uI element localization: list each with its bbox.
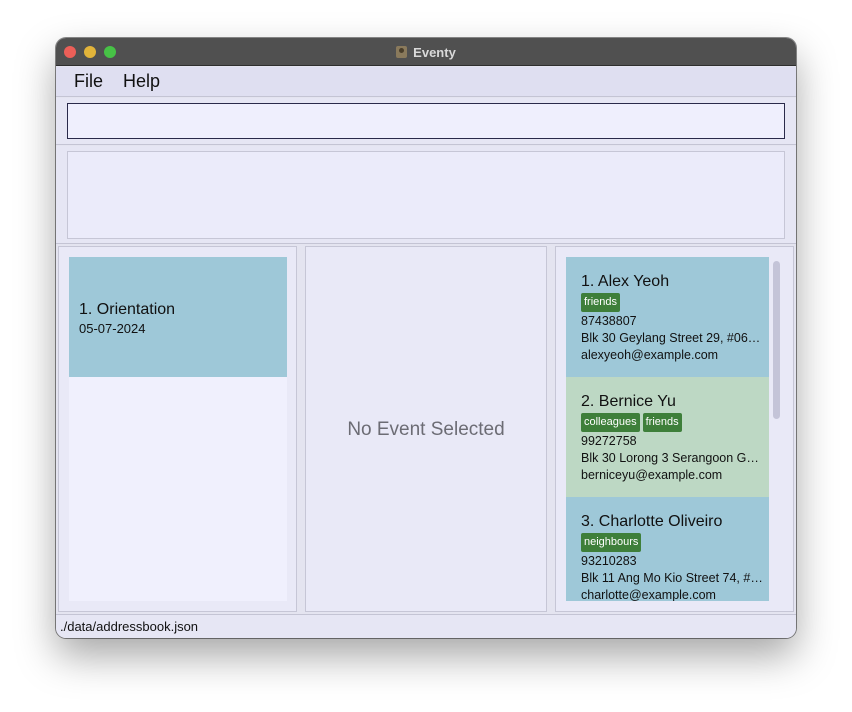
contact-phone: 99272758	[581, 434, 637, 448]
contact-list[interactable]: 1. Alex Yeoh friends 87438807 Blk 30 Gey…	[566, 257, 769, 601]
contact-card[interactable]: 3. Charlotte Oliveiro neighbours 9321028…	[566, 497, 769, 601]
event-name: 1. Orientation	[79, 301, 176, 318]
no-event-selected-label: No Event Selected	[347, 419, 505, 440]
contact-name: 1. Alex Yeoh	[581, 273, 670, 290]
title-bar[interactable]: Eventy	[56, 38, 796, 66]
command-box-area	[56, 98, 796, 145]
contact-card[interactable]: 1. Alex Yeoh friends 87438807 Blk 30 Gey…	[566, 257, 769, 377]
contact-address: Blk 30 Lorong 3 Serangoon Gardens, #07-1…	[581, 451, 763, 465]
contact-tags: colleagues friends	[581, 413, 682, 432]
contact-name: 3. Charlotte Oliveiro	[581, 513, 723, 530]
contact-tags: neighbours	[581, 533, 642, 552]
window-title: Eventy	[413, 44, 456, 60]
contact-list-panel: 1. Alex Yeoh friends 87438807 Blk 30 Gey…	[555, 246, 794, 612]
command-input[interactable]	[67, 103, 785, 139]
contact-email: berniceyu@example.com	[581, 468, 723, 482]
menu-file[interactable]: File	[74, 71, 103, 92]
tag-label: neighbours	[581, 533, 642, 552]
result-display-area	[56, 146, 796, 244]
app-window: Eventy File Help 1. Orientation 05-07-20…	[56, 38, 796, 638]
contact-list-scrollbar[interactable]	[771, 259, 781, 599]
save-location-path: ./data/addressbook.json	[60, 619, 199, 634]
menu-bar: File Help	[56, 67, 796, 97]
tag-label: friends	[581, 293, 621, 312]
event-detail-panel: No Event Selected	[305, 246, 547, 612]
contact-phone: 87438807	[581, 314, 637, 328]
result-display	[67, 151, 785, 239]
event-card[interactable]: 1. Orientation 05-07-2024	[69, 257, 287, 377]
event-list: 1. Orientation 05-07-2024	[69, 257, 287, 601]
event-date: 05-07-2024	[79, 321, 146, 336]
contact-email: alexyeoh@example.com	[581, 348, 719, 362]
window-title-group: Eventy	[56, 38, 796, 66]
contact-name: 2. Bernice Yu	[581, 393, 676, 410]
app-icon	[396, 46, 408, 58]
tag-label: friends	[642, 413, 682, 432]
status-bar: ./data/addressbook.json	[56, 614, 796, 638]
tag-label: colleagues	[581, 413, 640, 432]
contact-email: charlotte@example.com	[581, 588, 716, 601]
contact-card[interactable]: 2. Bernice Yu colleagues friends 9927275…	[566, 377, 769, 497]
menu-help[interactable]: Help	[123, 71, 160, 92]
contact-address: Blk 30 Geylang Street 29, #06-40	[581, 331, 763, 345]
contact-phone: 93210283	[581, 554, 637, 568]
scrollbar-thumb[interactable]	[773, 261, 780, 419]
contact-tags: friends	[581, 293, 621, 312]
contact-address: Blk 11 Ang Mo Kio Street 74, #11-04	[581, 571, 763, 585]
event-list-panel: 1. Orientation 05-07-2024	[58, 246, 297, 612]
